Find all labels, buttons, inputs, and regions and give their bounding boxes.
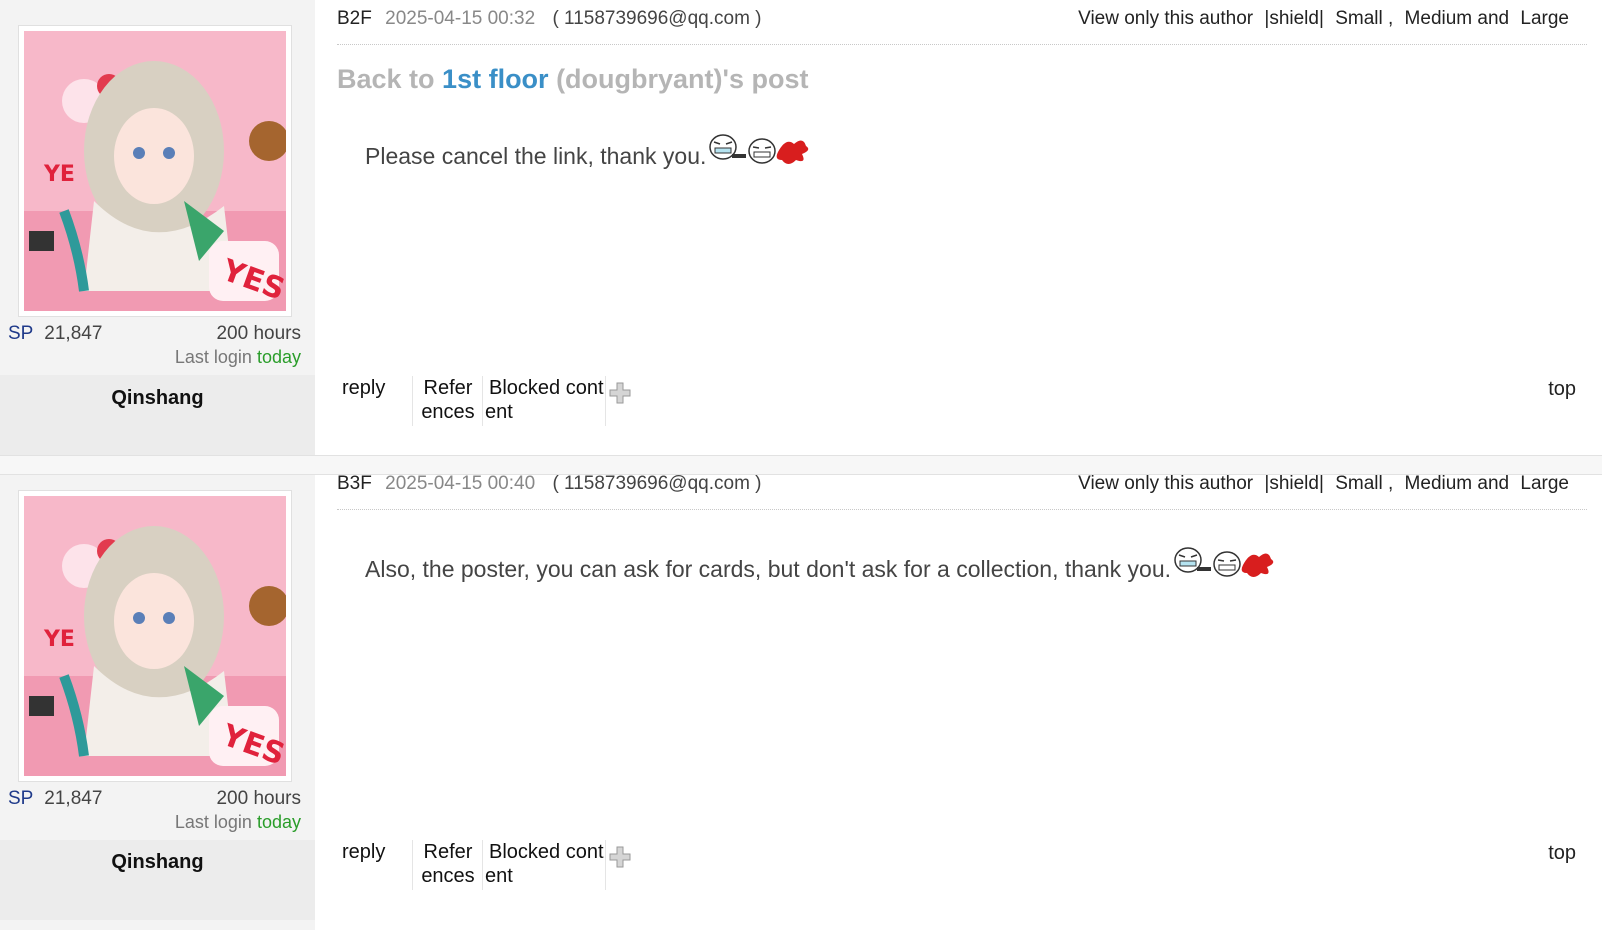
floor-number: B2F	[337, 8, 372, 29]
last-login: Last login today	[175, 812, 301, 833]
post-b3f: SP 21,847 200 hours Last login today Qin…	[0, 473, 1602, 930]
author-sidebar: SP 21,847 200 hours Last login today Qin…	[0, 0, 315, 455]
references-label-2: ences	[421, 401, 475, 423]
font-medium-link[interactable]: Medium and	[1405, 473, 1510, 494]
author-stats: SP 21,847 200 hours Last login today	[8, 323, 301, 367]
font-large-link[interactable]: Large	[1520, 8, 1569, 29]
post-email: ( 1158739696@qq.com )	[552, 8, 762, 29]
sp-label: SP	[8, 788, 34, 809]
shield-link[interactable]: |shield|	[1264, 8, 1324, 29]
online-hours: 200 hours	[216, 788, 301, 809]
references-button[interactable]: Refer ences	[414, 376, 483, 426]
post-tools: View only this author |shield| Small , M…	[1072, 473, 1569, 495]
plus-icon[interactable]	[608, 381, 632, 405]
sp-value: 21,847	[44, 323, 103, 344]
back-to-floor: Back to 1st floor (dougbryant)'s post	[337, 64, 808, 95]
references-button[interactable]: Refer ences	[414, 840, 483, 890]
plus-icon[interactable]	[608, 845, 632, 869]
blocked-label-2: ent	[485, 865, 513, 887]
last-login-label: Last login	[174, 347, 257, 367]
view-only-author-link[interactable]: View only this author	[1078, 8, 1253, 29]
reply-button[interactable]: reply	[337, 840, 413, 890]
last-login-label: Last login	[174, 812, 257, 832]
font-small-link[interactable]: Small ,	[1335, 8, 1393, 29]
reply-label: reply	[342, 841, 386, 863]
last-login-when: today	[256, 812, 301, 832]
last-login: Last login today	[175, 347, 301, 368]
post-separator	[0, 455, 1602, 475]
post-text: Also, the poster, you can ask for cards,…	[365, 556, 1171, 582]
laughing-gun-blood-emoticon-icon	[1174, 547, 1274, 578]
font-large-link[interactable]: Large	[1520, 473, 1569, 494]
post-body: B2F 2025-04-15 00:32 ( 1158739696@qq.com…	[315, 0, 1602, 455]
post-body: B3F 2025-04-15 00:40 ( 1158739696@qq.com…	[315, 473, 1602, 930]
top-link[interactable]: top	[1548, 378, 1576, 401]
avatar[interactable]	[18, 490, 292, 782]
font-small-link[interactable]: Small ,	[1335, 473, 1393, 494]
blocked-label-2: ent	[485, 401, 513, 423]
back-suffix: (dougbryant)'s post	[548, 64, 809, 94]
author-sidebar: SP 21,847 200 hours Last login today Qin…	[0, 475, 315, 930]
reply-button[interactable]: reply	[337, 376, 413, 426]
author-stats: SP 21,847 200 hours Last login today	[8, 788, 301, 832]
post-date: 2025-04-15 00:32	[385, 8, 536, 29]
blocked-content-button[interactable]: Blocked cont ent	[485, 840, 606, 890]
shield-link[interactable]: |shield|	[1264, 473, 1324, 494]
sp-label: SP	[8, 323, 34, 344]
online-hours: 200 hours	[216, 323, 301, 344]
blocked-label-1: Blocked cont	[489, 841, 604, 863]
font-medium-link[interactable]: Medium and	[1405, 8, 1510, 29]
laughing-gun-blood-emoticon-icon	[709, 134, 810, 165]
post-b2f: SP 21,847 200 hours Last login today Qin…	[0, 0, 1602, 455]
floor-number: B3F	[337, 473, 372, 494]
reply-label: reply	[342, 377, 386, 399]
blocked-label-1: Blocked cont	[489, 377, 604, 399]
avatar[interactable]	[18, 25, 292, 317]
view-only-author-link[interactable]: View only this author	[1078, 473, 1253, 494]
post-tools: View only this author |shield| Small , M…	[1072, 8, 1569, 30]
top-link[interactable]: top	[1548, 842, 1576, 865]
references-label-2: ences	[421, 865, 475, 887]
post-content: Please cancel the link, thank you.	[365, 132, 814, 170]
username[interactable]: Qinshang	[0, 851, 315, 874]
blocked-content-button[interactable]: Blocked cont ent	[485, 376, 606, 426]
references-label-1: Refer	[423, 841, 473, 863]
post-header: B2F 2025-04-15 00:32 ( 1158739696@qq.com…	[337, 8, 1587, 45]
post-header: B3F 2025-04-15 00:40 ( 1158739696@qq.com…	[337, 473, 1587, 510]
sp-value: 21,847	[44, 788, 103, 809]
back-floor-link[interactable]: 1st floor	[442, 64, 549, 94]
post-email: ( 1158739696@qq.com )	[552, 473, 762, 494]
post-content: Also, the poster, you can ask for cards,…	[365, 545, 1279, 583]
back-prefix: Back to	[337, 64, 443, 94]
post-date: 2025-04-15 00:40	[385, 473, 536, 494]
last-login-when: today	[256, 347, 301, 367]
references-label-1: Refer	[423, 377, 473, 399]
post-text: Please cancel the link, thank you.	[365, 143, 707, 169]
username[interactable]: Qinshang	[0, 387, 315, 410]
